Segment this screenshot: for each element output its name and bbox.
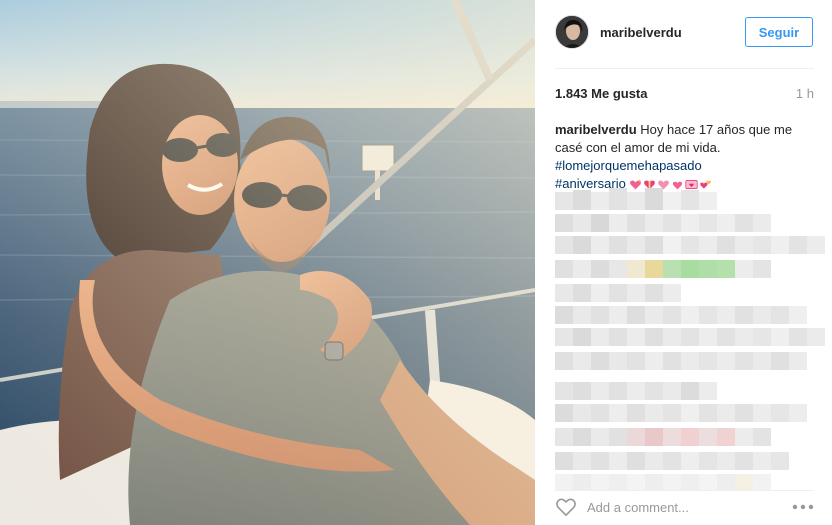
comment-bar: [555, 490, 814, 520]
likes-count[interactable]: 1.843 Me gusta: [555, 86, 648, 101]
post-time[interactable]: 1 h: [796, 86, 814, 101]
heart-outline-icon[interactable]: [555, 497, 577, 517]
blurred-comments: [555, 188, 832, 490]
comment-input[interactable]: [587, 497, 777, 517]
follow-button[interactable]: Seguir: [745, 17, 813, 47]
post-header: maribelverdu Seguir: [555, 14, 814, 52]
likes-row: 1.843 Me gusta 1 h: [555, 86, 814, 104]
post-photo[interactable]: [0, 0, 535, 525]
hashtag-lomejorquemehapasado[interactable]: #lomejorquemehapasado: [555, 157, 814, 175]
more-options-icon[interactable]: [792, 504, 814, 510]
post-details-panel: maribelverdu Seguir 1.843 Me gusta 1 h m…: [535, 0, 832, 525]
avatar[interactable]: [555, 15, 589, 49]
caption: maribelverdu Hoy hace 17 años que me cas…: [555, 121, 814, 193]
divider: [555, 68, 814, 69]
caption-username[interactable]: maribelverdu: [555, 122, 637, 137]
username-link[interactable]: maribelverdu: [600, 25, 682, 40]
